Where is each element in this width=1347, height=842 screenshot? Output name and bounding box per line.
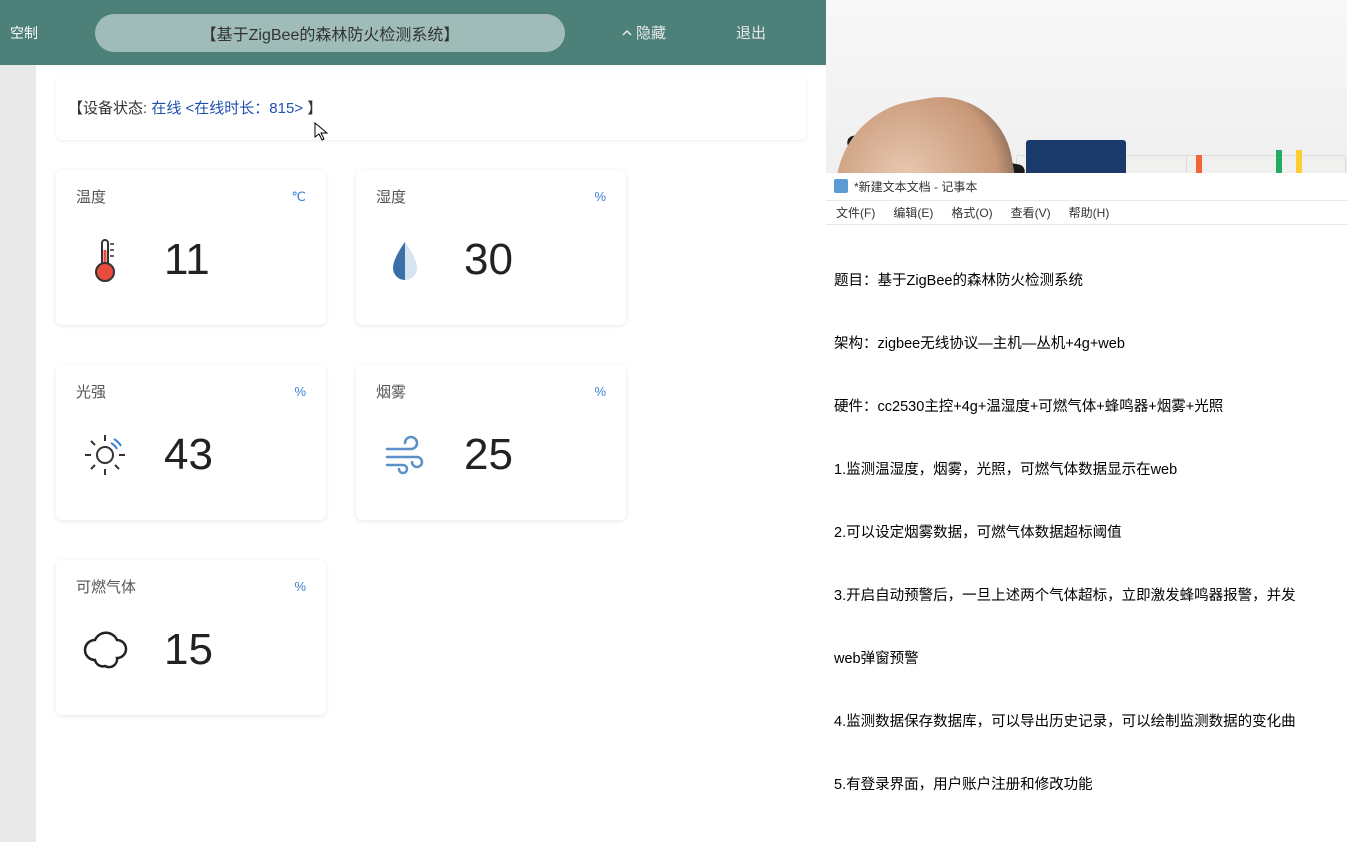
droplet-icon bbox=[381, 236, 429, 284]
temperature-value: 11 bbox=[164, 235, 210, 285]
hardware-camera-view bbox=[826, 0, 1347, 173]
sensor-row-1: 温度 ℃ 11 bbox=[56, 170, 806, 325]
humidity-unit: % bbox=[594, 189, 606, 204]
notepad-line: 1.监测温湿度，烟雾，光照，可燃气体数据显示在web bbox=[834, 460, 1339, 481]
status-prefix: 【设备状态: bbox=[68, 100, 147, 117]
exit-button[interactable]: 退出 bbox=[736, 22, 766, 43]
humidity-value: 30 bbox=[464, 235, 513, 285]
cloud-icon bbox=[81, 626, 129, 674]
menu-help[interactable]: 帮助(H) bbox=[1069, 204, 1110, 221]
temperature-label: 温度 bbox=[76, 186, 106, 207]
menu-file[interactable]: 文件(F) bbox=[836, 204, 875, 221]
gas-card[interactable]: 可燃气体 % 15 bbox=[56, 560, 326, 715]
menu-format[interactable]: 格式(O) bbox=[951, 204, 992, 221]
notepad-line: 4.监测数据保存数据库，可以导出历史记录，可以绘制监测数据的变化曲 bbox=[834, 712, 1339, 733]
topbar-actions: 隐藏 退出 bbox=[620, 22, 766, 43]
sensor-row-3: 可燃气体 % 15 bbox=[56, 560, 806, 715]
notepad-line: 硬件：cc2530主控+4g+温湿度+可燃气体+蜂鸣器+烟雾+光照 bbox=[834, 397, 1339, 418]
smoke-card[interactable]: 烟雾 % 25 bbox=[356, 365, 626, 520]
light-card[interactable]: 光强 % bbox=[56, 365, 326, 520]
gas-label: 可燃气体 bbox=[76, 576, 136, 597]
sun-icon bbox=[81, 431, 129, 479]
right-pane: *新建文本文档 - 记事本 文件(F) 编辑(E) 格式(O) 查看(V) 帮助… bbox=[826, 0, 1347, 842]
menu-edit[interactable]: 编辑(E) bbox=[893, 204, 933, 221]
menu-view[interactable]: 查看(V) bbox=[1011, 204, 1051, 221]
temperature-card[interactable]: 温度 ℃ 11 bbox=[56, 170, 326, 325]
notepad-text-area[interactable]: 题目：基于ZigBee的森林防火检测系统 架构：zigbee无线协议—主机—丛机… bbox=[826, 225, 1347, 842]
dashboard-pane: 空制 【基于ZigBee的森林防火检测系统】 隐藏 退出 【设备状态: 在线 <… bbox=[0, 0, 826, 842]
smoke-unit: % bbox=[594, 384, 606, 399]
notepad-line: 题目：基于ZigBee的森林防火检测系统 bbox=[834, 271, 1339, 292]
smoke-value: 25 bbox=[464, 430, 513, 480]
content-scroll-area[interactable]: 【设备状态: 在线 <在线时长：815> 】 温度 ℃ bbox=[36, 65, 826, 842]
light-value: 43 bbox=[164, 430, 213, 480]
notepad-app-icon bbox=[834, 179, 848, 193]
wind-icon bbox=[381, 431, 429, 479]
gas-unit: % bbox=[294, 579, 306, 594]
exit-label: 退出 bbox=[736, 25, 766, 42]
device-status-card: 【设备状态: 在线 <在线时长：815> 】 bbox=[56, 75, 806, 140]
sensor-row-2: 光强 % bbox=[56, 365, 806, 520]
hide-label: 隐藏 bbox=[636, 22, 666, 43]
app-title-pill: 【基于ZigBee的森林防火检测系统】 bbox=[95, 14, 565, 52]
thermometer-icon bbox=[81, 236, 129, 284]
notepad-line: 5.有登录界面，用户账户注册和修改功能 bbox=[834, 775, 1339, 796]
notepad-window: *新建文本文档 - 记事本 文件(F) 编辑(E) 格式(O) 查看(V) 帮助… bbox=[826, 173, 1347, 842]
temperature-unit: ℃ bbox=[291, 189, 306, 205]
notepad-titlebar[interactable]: *新建文本文档 - 记事本 bbox=[826, 173, 1347, 201]
topbar: 空制 【基于ZigBee的森林防火检测系统】 隐藏 退出 bbox=[0, 0, 826, 65]
humidity-label: 湿度 bbox=[376, 186, 406, 207]
status-online-text: 在线 <在线时长：815> bbox=[151, 100, 303, 117]
notepad-line: 3.开启自动预警后，一旦上述两个气体超标，立即激发蜂鸣器报警，并发 bbox=[834, 586, 1339, 607]
humidity-card[interactable]: 湿度 % 30 bbox=[356, 170, 626, 325]
notepad-line: 2.可以设定烟雾数据，可燃气体数据超标阈值 bbox=[834, 523, 1339, 544]
notepad-line: web弹窗预警 bbox=[834, 649, 1339, 670]
chevron-up-icon bbox=[620, 26, 634, 40]
topbar-left-truncated: 空制 bbox=[10, 23, 40, 43]
gas-value: 15 bbox=[164, 625, 213, 675]
smoke-label: 烟雾 bbox=[376, 381, 406, 402]
hide-button[interactable]: 隐藏 bbox=[620, 22, 666, 43]
notepad-line: 架构：zigbee无线协议—主机—丛机+4g+web bbox=[834, 334, 1339, 355]
app-title: 【基于ZigBee的森林防火检测系统】 bbox=[201, 21, 460, 45]
notepad-menubar: 文件(F) 编辑(E) 格式(O) 查看(V) 帮助(H) bbox=[826, 201, 1347, 225]
light-label: 光强 bbox=[76, 381, 106, 402]
light-unit: % bbox=[294, 384, 306, 399]
status-suffix: 】 bbox=[307, 100, 322, 117]
notepad-window-title: *新建文本文档 - 记事本 bbox=[854, 178, 977, 195]
